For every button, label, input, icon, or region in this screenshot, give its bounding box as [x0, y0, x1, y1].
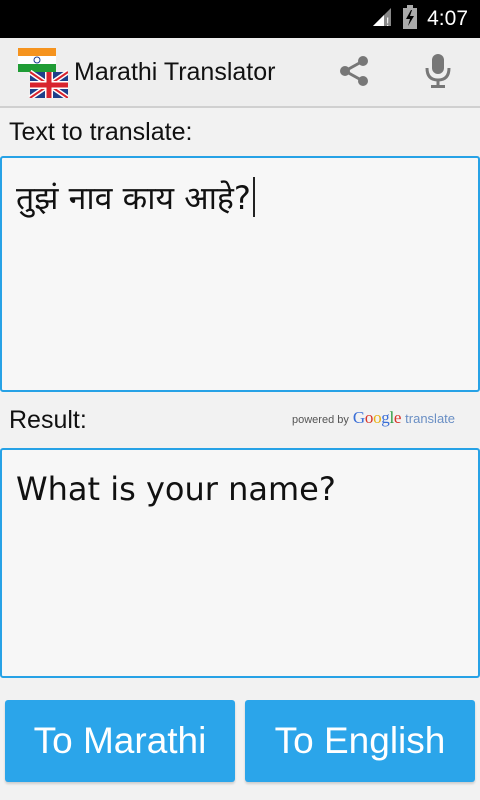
google-letter: G [352, 408, 365, 427]
powered-by-google: powered by Google translate [292, 408, 455, 428]
input-text-wrap: तुझं नाव काय आहे? [16, 176, 255, 219]
input-textarea[interactable]: तुझं नाव काय आहे? [0, 156, 480, 392]
google-letter: e [393, 408, 402, 427]
svg-text:!: ! [386, 15, 389, 28]
microphone-button[interactable] [418, 53, 458, 93]
to-marathi-button[interactable]: To Marathi [5, 700, 235, 782]
app-bar: Marathi Translator [0, 38, 480, 108]
input-text: तुझं नाव काय आहे? [16, 179, 251, 217]
google-letter: o [364, 408, 374, 427]
powered-by-text: powered by [292, 414, 349, 426]
signal-icon: ! [371, 6, 393, 32]
translate-word: translate [405, 411, 456, 426]
battery-icon [403, 5, 418, 33]
result-textarea[interactable]: What is your name? [0, 448, 480, 678]
share-button[interactable] [334, 53, 374, 93]
microphone-icon [423, 52, 453, 94]
result-text: What is your name? [16, 470, 336, 508]
text-cursor [252, 177, 255, 217]
status-icons: ! 4:07 [371, 0, 468, 38]
status-bar: ! 4:07 [0, 0, 480, 38]
flag-logo-icon [18, 48, 70, 101]
to-english-button[interactable]: To English [245, 700, 475, 782]
share-icon [336, 53, 372, 93]
result-label: Result: [9, 406, 87, 434]
app-title: Marathi Translator [74, 58, 276, 86]
status-time: 4:07 [427, 7, 468, 30]
input-label: Text to translate: [9, 118, 193, 146]
google-logo: Google [352, 408, 402, 428]
